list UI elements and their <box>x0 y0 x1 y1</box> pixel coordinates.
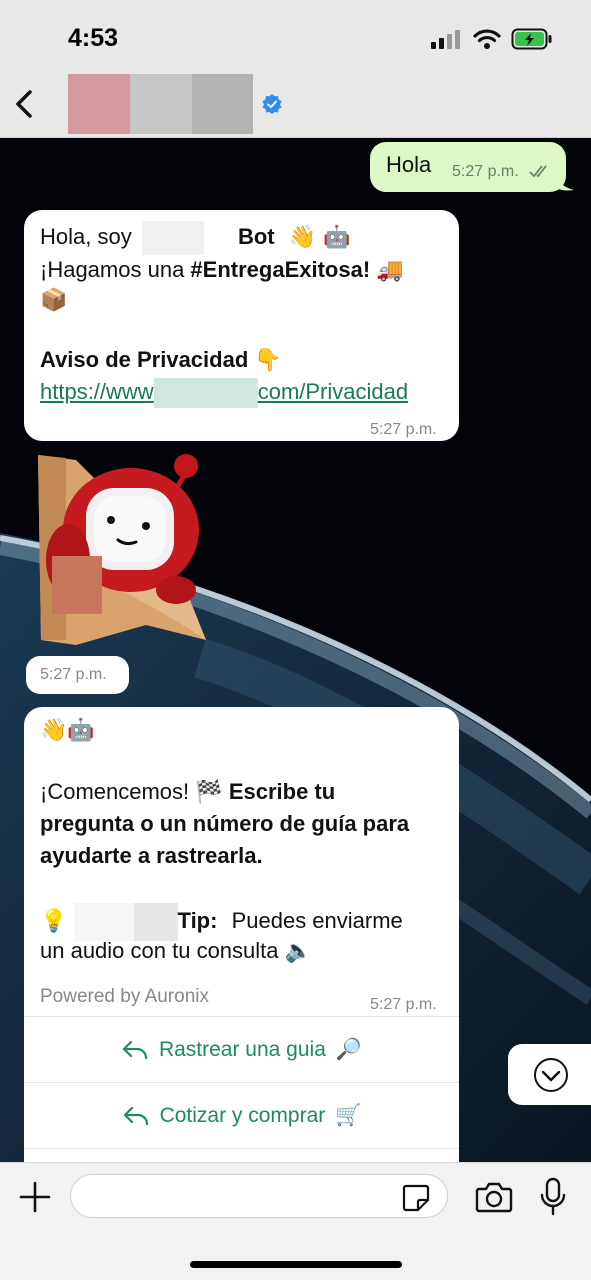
menu-top-emoji: 👋🤖 <box>40 718 95 743</box>
redacted-block <box>130 74 192 134</box>
bubble-tail <box>554 172 574 191</box>
sticker-time-pill: 5:27 p.m. <box>26 656 129 694</box>
privacy-link-start[interactable]: https://www <box>40 379 154 404</box>
greeting-line-3: 📦 <box>40 284 67 316</box>
scroll-to-bottom-button[interactable] <box>508 1044 591 1105</box>
camera-icon[interactable] <box>475 1180 513 1214</box>
lightbulb-emoji: 💡 <box>40 908 68 934</box>
speaker-emoji: 🔈 <box>284 939 313 964</box>
outgoing-message-meta: 5:27 p.m. <box>452 163 551 181</box>
privacy-link-end[interactable]: com/Privacidad <box>258 379 408 404</box>
battery-icon <box>511 28 552 50</box>
sticker-icon[interactable] <box>401 1183 431 1213</box>
verified-badge-icon <box>262 94 282 114</box>
chevron-down-circle-icon <box>534 1058 568 1092</box>
package-emoji: 📦 <box>40 288 68 313</box>
outgoing-message-text: Hola <box>386 152 432 177</box>
robot-sticker-image[interactable] <box>36 450 211 650</box>
menu-bold-3: ayudarte a rastrearla. <box>40 843 263 868</box>
quick-reply-track[interactable]: Rastrear una guia 🔎 <box>24 1016 459 1082</box>
bot-menu-message[interactable]: 👋🤖 ¡Comencemos! 🏁 Escribe tu pregunta o … <box>24 707 459 1187</box>
greeting-time: 5:27 p.m. <box>370 421 437 438</box>
bot-greeting-message[interactable]: Hola, soy Bot 👋 🤖 ¡Hagamos una #EntregaE… <box>24 210 459 441</box>
menu-bold-1: Escribe tu <box>228 779 336 804</box>
magnifier-emoji: 🔎 <box>335 1037 363 1061</box>
redacted-block <box>192 74 253 134</box>
status-icons <box>431 26 553 52</box>
microphone-icon[interactable] <box>539 1177 567 1217</box>
privacy-link[interactable]: https://www com/Privacidad <box>40 376 408 409</box>
menu-start-text: ¡Comencemos! <box>40 779 190 804</box>
wifi-icon <box>473 29 501 49</box>
greeting-line-1: Hola, soy Bot 👋 🤖 <box>40 221 351 256</box>
status-time: 4:53 <box>68 24 119 52</box>
menu-line-3: ayudarte a rastrearla. <box>40 840 263 871</box>
menu-line-1: ¡Comencemos! 🏁 Escribe tu <box>40 776 335 808</box>
plus-icon[interactable] <box>18 1180 52 1214</box>
read-receipt-icon <box>529 165 547 178</box>
status-bar: 4:53 <box>0 0 591 70</box>
message-input[interactable] <box>70 1174 448 1218</box>
redacted-name <box>141 221 204 256</box>
greeting-line2-text: ¡Hagamos una <box>40 257 191 282</box>
sticker-time: 5:27 p.m. <box>40 666 107 683</box>
tip-line2: un audio con tu consulta <box>40 938 279 963</box>
truck-emoji: 🚚 <box>376 258 404 283</box>
privacy-title: Aviso de Privacidad <box>40 347 249 372</box>
greeting-bot-name: Bot <box>237 224 275 249</box>
signal-icon <box>431 30 460 49</box>
tip-text: Puedes enviarme <box>231 907 403 933</box>
menu-tip-line-2: un audio con tu consulta 🔈 <box>40 935 312 967</box>
redacted-block <box>52 556 102 614</box>
outgoing-message-time: 5:27 p.m. <box>452 163 519 180</box>
powered-by-footer: Powered by Auronix <box>40 986 209 1007</box>
menu-bold-2: pregunta o un número de guía para <box>40 811 410 836</box>
tip-label: Tip: <box>177 907 218 933</box>
reply-arrow-icon <box>122 1040 148 1059</box>
checkered-flag-emoji: 🏁 <box>195 780 223 805</box>
home-indicator <box>190 1261 402 1268</box>
back-chevron-icon[interactable] <box>10 84 40 124</box>
quick-reply-quote-label: Cotizar y comprar <box>159 1104 326 1127</box>
quick-reply-track-label: Rastrear una guia <box>158 1038 326 1061</box>
greeting-hello: Hola, soy <box>40 224 132 249</box>
greeting-privacy: Aviso de Privacidad 👇 <box>40 344 282 376</box>
cart-emoji: 🛒 <box>335 1103 362 1127</box>
quick-reply-quote[interactable]: Cotizar y comprar 🛒 <box>24 1082 459 1148</box>
composer-bar <box>0 1162 591 1280</box>
outgoing-message[interactable]: Hola 5:27 p.m. <box>370 142 566 192</box>
redacted-domain <box>153 378 258 409</box>
greeting-hashtag: #EntregaExitosa! <box>190 257 371 282</box>
chat-header <box>0 70 591 138</box>
reply-arrow-icon <box>123 1106 148 1125</box>
greeting-line-2: ¡Hagamos una #EntregaExitosa! 🚚 <box>40 254 404 286</box>
greeting-emoji: 👋 🤖 <box>288 225 351 250</box>
contact-avatar-redacted[interactable] <box>68 74 253 134</box>
menu-line-2: pregunta o un número de guía para <box>40 808 409 839</box>
point-down-emoji: 👇 <box>254 348 282 373</box>
redacted-block <box>68 74 130 134</box>
